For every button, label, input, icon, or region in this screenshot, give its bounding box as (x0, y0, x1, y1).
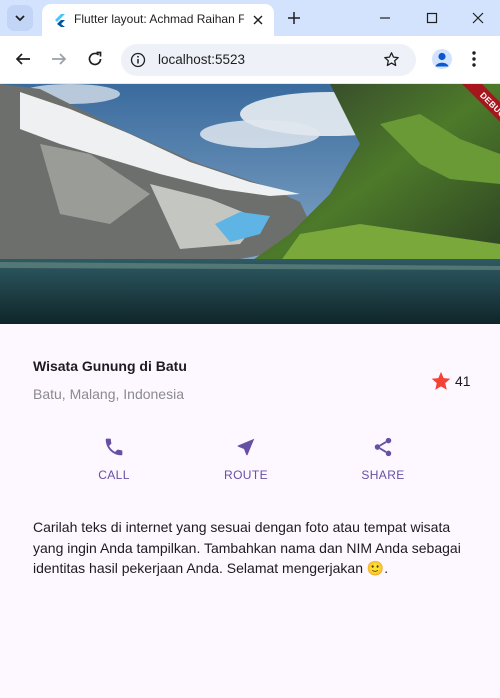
arrow-left-icon (15, 53, 30, 65)
route-button[interactable]: ROUTE (201, 436, 291, 482)
flutter-logo-icon (55, 14, 65, 27)
share-button[interactable]: SHARE (338, 436, 428, 482)
share-label: SHARE (361, 468, 405, 482)
browser-tab[interactable]: Flutter layout: Achmad Raihan F (42, 4, 274, 36)
more-vert-icon (472, 51, 476, 67)
close-tab-button[interactable] (250, 12, 266, 28)
profile-avatar-button[interactable] (432, 49, 452, 69)
reload-icon (88, 51, 102, 66)
forward-button[interactable] (48, 48, 70, 70)
bookmark-star-icon[interactable] (383, 51, 400, 68)
new-tab-button[interactable] (284, 8, 304, 28)
minimize-icon (380, 17, 390, 19)
maximize-icon (426, 12, 438, 24)
tab-title: Flutter layout: Achmad Raihan F (74, 12, 244, 26)
hero-image (0, 84, 500, 324)
close-icon (253, 15, 263, 25)
address-bar[interactable]: localhost:5523 (121, 44, 416, 76)
url-text[interactable]: localhost:5523 (158, 52, 245, 67)
call-button[interactable]: CALL (69, 436, 159, 482)
maximize-window-button[interactable] (418, 6, 446, 30)
route-label: ROUTE (224, 468, 268, 482)
site-info-icon[interactable] (130, 52, 146, 68)
chevron-down-icon (15, 15, 25, 22)
mountain-lake-photo (0, 84, 500, 324)
tab-search-button[interactable] (7, 5, 33, 31)
close-icon (472, 12, 484, 24)
share-icon (374, 437, 392, 457)
profile-icon (435, 52, 449, 67)
arrow-right-icon (52, 53, 67, 65)
close-window-button[interactable] (464, 6, 492, 30)
navigation-arrow-icon (237, 438, 255, 456)
browser-menu-button[interactable] (471, 50, 477, 73)
app-content: Wisata Gunung di Batu Batu, Malang, Indo… (0, 324, 500, 698)
rating[interactable]: 41 (430, 370, 471, 392)
reload-button[interactable] (84, 48, 106, 70)
minimize-window-button[interactable] (371, 6, 399, 30)
phone-icon (105, 438, 123, 456)
place-title: Wisata Gunung di Batu (33, 358, 187, 374)
call-label: CALL (98, 468, 130, 482)
back-button[interactable] (12, 48, 34, 70)
plus-icon (288, 12, 300, 24)
browser-tab-strip: Flutter layout: Achmad Raihan F (0, 0, 500, 36)
description-text: Carilah teks di internet yang sesuai den… (33, 519, 461, 576)
rating-count: 41 (455, 373, 471, 389)
star-icon (431, 371, 451, 390)
place-location: Batu, Malang, Indonesia (33, 386, 184, 402)
browser-toolbar: localhost:5523 (0, 36, 500, 84)
